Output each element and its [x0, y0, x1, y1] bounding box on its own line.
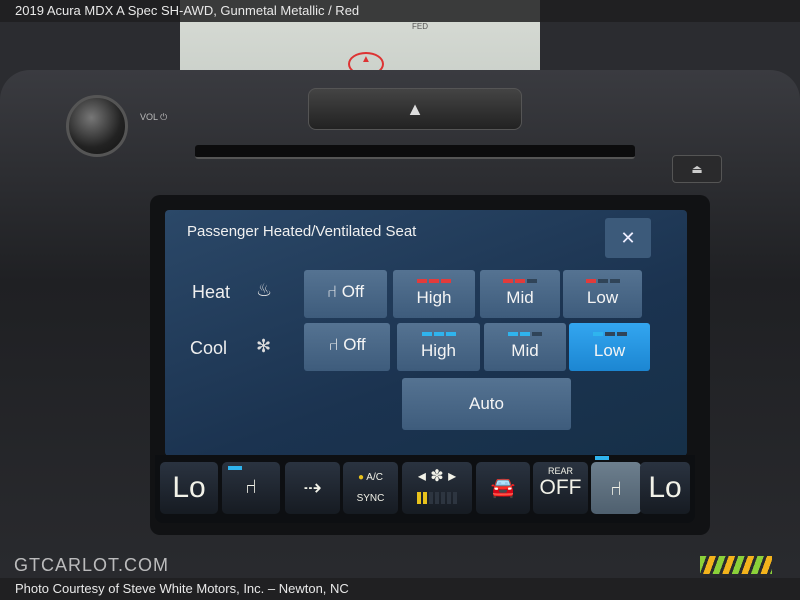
- hazard-button[interactable]: ▲: [308, 88, 522, 130]
- level-bar: [532, 332, 542, 336]
- level-bar: [609, 279, 620, 283]
- passenger-temp-button[interactable]: Lo: [640, 462, 690, 514]
- level-indicator: [563, 279, 642, 283]
- fan-bar: [453, 492, 457, 504]
- fan-bar: [447, 492, 451, 504]
- seat-ventilation-icon: ✻: [256, 336, 272, 356]
- fan-bar: [441, 492, 445, 504]
- level-bar: [604, 332, 615, 336]
- level-bar: [503, 279, 513, 283]
- cool-label: Cool: [190, 338, 228, 358]
- seat-heat-icon: ♨: [256, 280, 273, 300]
- close-icon: ✕: [620, 228, 636, 248]
- eject-button[interactable]: ⏏: [672, 155, 722, 183]
- level-bar: [429, 279, 439, 283]
- level-indicator: [397, 332, 480, 336]
- fan-bar: [417, 492, 421, 504]
- rear-climate-button[interactable]: REAR OFF: [533, 462, 588, 514]
- heat-low-button[interactable]: Low: [563, 270, 642, 318]
- seat-fan-icon: ⑁: [610, 478, 622, 500]
- level-bar: [585, 279, 596, 283]
- level-indicator: [393, 279, 475, 283]
- seat-level-indicator: [595, 456, 609, 460]
- level-bar: [421, 332, 432, 336]
- logo-stripes: [700, 556, 772, 574]
- triangle-icon: ▲: [406, 99, 424, 119]
- seat-icon: ⑁: [328, 335, 344, 354]
- volume-label: VOL ⏻: [140, 112, 168, 122]
- cool-high-button[interactable]: High: [397, 323, 480, 371]
- fan-level-indicator: [402, 492, 472, 504]
- sync-label: SYNC: [356, 493, 385, 504]
- cool-mid-button[interactable]: Mid: [484, 323, 566, 371]
- eject-icon: ⏏: [691, 162, 703, 176]
- level-indicator: [569, 332, 650, 336]
- level-bar: [445, 332, 456, 336]
- fan-bar: [429, 492, 433, 504]
- level-indicator: [484, 332, 566, 336]
- fan-speed-button[interactable]: ◂ ✽ ▸: [402, 462, 472, 514]
- level-bar: [441, 279, 451, 283]
- fan-icon: ◂ ✽ ▸: [417, 468, 457, 485]
- seat-level-indicator: [228, 466, 242, 470]
- heat-mid-button[interactable]: Mid: [480, 270, 560, 318]
- cd-slot: [195, 145, 635, 159]
- cool-low-button[interactable]: Low: [569, 323, 650, 371]
- seat-fan-icon: ⑁: [245, 476, 257, 498]
- close-button[interactable]: ✕: [605, 218, 651, 258]
- airflow-icon: ⇢: [303, 475, 322, 500]
- level-bar: [515, 279, 525, 283]
- ac-sync-button[interactable]: ● A/C SYNC: [343, 462, 398, 514]
- airflow-mode-button[interactable]: ⇢: [285, 462, 340, 514]
- level-bar: [527, 279, 537, 283]
- heat-off-button[interactable]: ⑁ Off: [304, 270, 387, 318]
- car-recirculate-icon: 🚘: [490, 477, 516, 499]
- level-bar: [417, 279, 427, 283]
- recirculation-button[interactable]: 🚘: [476, 462, 530, 514]
- page-title: Passenger Heated/Ventilated Seat: [187, 223, 417, 240]
- seat-icon: ⑁: [326, 282, 342, 301]
- caption-bottom: Photo Courtesy of Steve White Motors, In…: [0, 578, 800, 600]
- level-indicator: [480, 279, 560, 283]
- level-bar: [520, 332, 530, 336]
- heat-high-button[interactable]: High: [393, 270, 475, 318]
- level-bar: [616, 332, 627, 336]
- level-bar: [592, 332, 603, 336]
- cool-off-button[interactable]: ⑁ Off: [304, 323, 390, 371]
- level-bar: [508, 332, 518, 336]
- level-bar: [433, 332, 444, 336]
- heat-label: Heat: [192, 282, 231, 302]
- level-bar: [597, 279, 608, 283]
- volume-knob[interactable]: [66, 95, 128, 157]
- watermark: GTCARLOT.COM: [14, 555, 170, 575]
- passenger-seat-vent-button[interactable]: ⑁: [591, 456, 641, 514]
- caption-top: 2019 Acura MDX A Spec SH-AWD, Gunmetal M…: [0, 0, 800, 22]
- fan-bar: [423, 492, 427, 504]
- auto-button[interactable]: Auto: [402, 378, 571, 430]
- driver-seat-vent-button[interactable]: ⑁: [222, 462, 280, 514]
- driver-temp-button[interactable]: Lo: [160, 462, 218, 514]
- fan-bar: [435, 492, 439, 504]
- map-label: FED: [412, 22, 428, 31]
